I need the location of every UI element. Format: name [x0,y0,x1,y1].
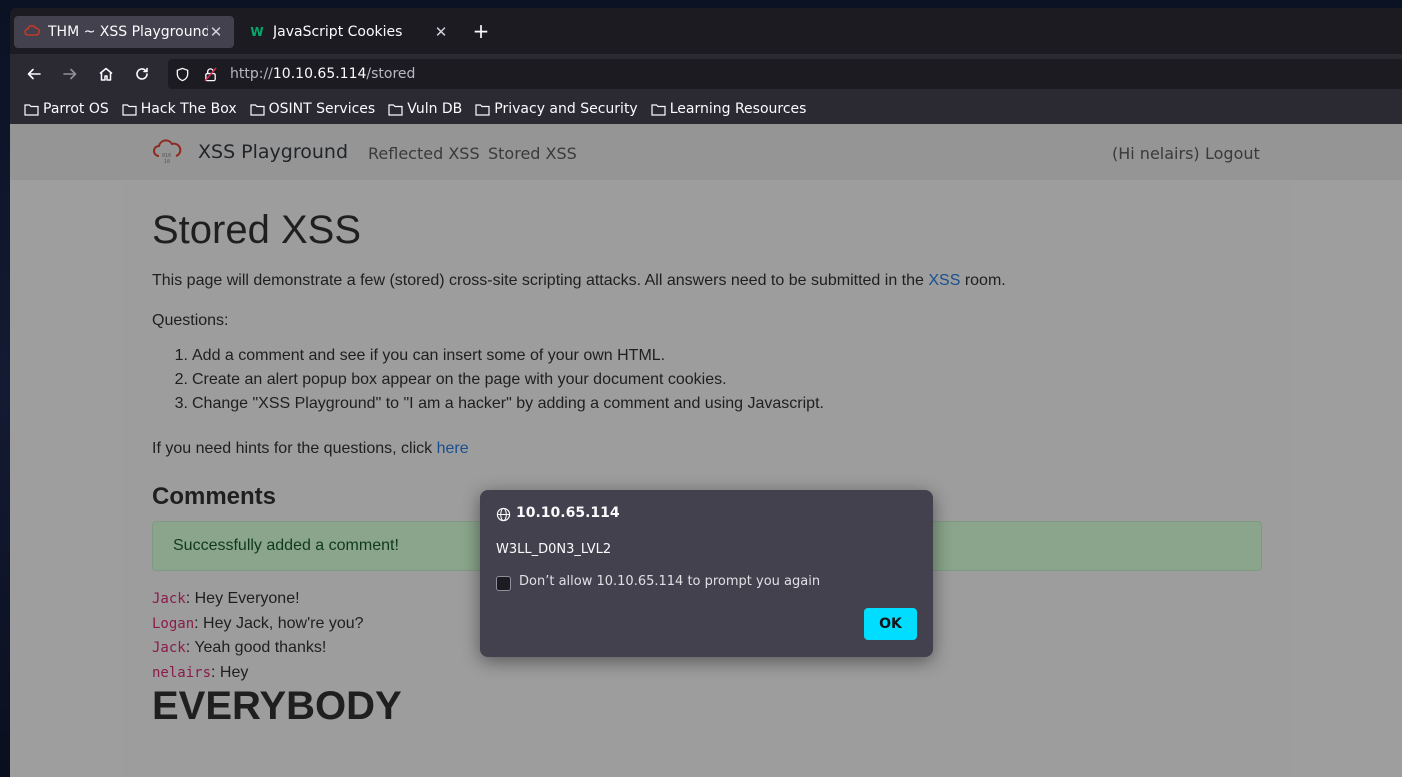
folder-icon [24,103,39,116]
reload-icon [136,67,148,80]
new-tab-button[interactable]: + [470,20,492,44]
question-text: Change "XSS Playground" to "I am a hacke… [192,395,824,412]
comment-text: : Hey Everyone! [185,590,300,607]
tab-javascript-cookies[interactable]: W JavaScript Cookies ✕ [239,16,459,48]
question-text: Create an alert popup box appear on the … [192,371,727,388]
back-arrow-icon [27,68,41,80]
tab-title: THM ~ XSS Playground [48,24,208,40]
folder-icon [475,103,490,116]
intro-text-end: room. [960,272,1006,289]
url-host: 10.10.65.114 [272,66,367,82]
bookmark-label: Privacy and Security [494,101,638,117]
bookmark-learning-resources[interactable]: Learning Resources [651,101,807,117]
ok-button[interactable]: OK [864,608,917,640]
intro-text-start: This page will demonstrate a few (stored… [152,272,929,289]
comment-text: : Yeah good thanks! [185,639,327,656]
folder-icon [651,103,666,116]
home-icon [99,67,113,81]
bookmark-label: Parrot OS [43,101,109,117]
home-button[interactable] [88,59,124,89]
tab-strip: THM ~ XSS Playground ✕ W JavaScript Cook… [10,8,1402,54]
comments-list: Jack: Hey Everyone! Logan: Hey Jack, how… [152,587,364,685]
bookmark-label: Learning Resources [669,101,807,117]
dont-allow-prompt-label[interactable]: Don’t allow 10.10.65.114 to prompt you a… [519,574,820,589]
question-number: 2. [174,371,188,388]
bookmark-osint-services[interactable]: OSINT Services [250,101,376,117]
hint-link[interactable]: here [437,440,469,457]
nav-link-reflected-xss[interactable]: Reflected XSS [368,144,480,163]
comment-text: : Hey [211,663,249,681]
bookmarks-toolbar: Parrot OS Hack The Box OSINT Services Vu… [10,94,1402,124]
tab-xss-playground[interactable]: THM ~ XSS Playground ✕ [14,16,234,48]
comments-heading: Comments [152,483,277,510]
nav-link-logout[interactable]: Logout [1205,144,1260,163]
thm-cloud-logo-icon[interactable]: 010 10 [152,136,182,166]
bookmark-hack-the-box[interactable]: Hack The Box [122,101,237,117]
url-text: http://10.10.65.114/stored [230,66,415,82]
injected-comment-heading: EVERYBODY [152,684,402,728]
questions-list: 1. Add a comment and see if you can inser… [152,344,824,416]
back-button[interactable] [16,59,52,89]
page-title: Stored XSS [152,208,362,252]
xss-room-link[interactable]: XSS [928,272,960,289]
question-number: 3. [174,395,188,412]
folder-icon [122,103,137,116]
navigation-toolbar: http://10.10.65.114/stored [10,54,1402,94]
comment-item: nelairs: Hey [152,661,364,686]
hint-text-start: If you need hints for the questions, cli… [152,440,437,457]
nav-user-greeting: (Hi nelairs) [1112,144,1200,163]
bookmark-label: Vuln DB [407,101,463,117]
svg-text:10: 10 [164,159,170,165]
comment-text: : Hey Jack, how're you? [194,614,364,632]
success-alert-text: Successfully added a comment! [173,537,399,554]
question-item: 1. Add a comment and see if you can inser… [152,344,824,368]
comment-author: Logan [152,615,195,632]
site-navbar: 010 10 XSS Playground Reflected XSS Store… [10,124,1402,180]
dialog-message: W3LL_D0N3_LVL2 [496,542,612,557]
address-bar[interactable]: http://10.10.65.114/stored [168,59,1402,89]
forward-button[interactable] [52,59,88,89]
page-content: 010 10 XSS Playground Reflected XSS Store… [10,124,1402,777]
bookmark-label: OSINT Services [268,101,376,117]
comment-author: Jack [152,591,186,607]
close-tab-icon[interactable]: ✕ [433,23,449,41]
insecure-lock-icon[interactable] [202,66,218,82]
intro-text: This page will demonstrate a few (stored… [152,272,1006,290]
comment-author: nelairs [152,664,212,681]
comment-item: Jack: Hey Everyone! [152,587,364,612]
questions-label: Questions: [152,312,229,329]
close-tab-icon[interactable]: ✕ [208,23,224,41]
page-inner: 010 10 XSS Playground Reflected XSS Store… [10,124,1402,777]
folder-icon [388,103,403,116]
question-item: 2. Create an alert popup box appear on th… [152,368,824,392]
bookmark-vuln-db[interactable]: Vuln DB [388,101,462,117]
w3schools-favicon-icon: W [250,25,264,39]
forward-arrow-icon [63,68,77,80]
bookmark-privacy-and-security[interactable]: Privacy and Security [475,101,638,117]
comment-item: Logan: Hey Jack, how're you? [152,612,364,637]
tab-title: JavaScript Cookies [273,24,403,40]
alert-dialog: 10.10.65.114 W3LL_D0N3_LVL2 Don’t allow … [480,490,933,657]
bookmark-label: Hack The Box [140,101,237,117]
thm-favicon-icon [24,24,40,40]
browser-window: THM ~ XSS Playground ✕ W JavaScript Cook… [10,8,1402,777]
question-number: 1. [174,347,188,364]
nav-link-stored-xss[interactable]: Stored XSS [488,144,577,163]
hint-text: If you need hints for the questions, cli… [152,440,469,458]
brand-name[interactable]: XSS Playground [198,141,348,163]
question-text: Add a comment and see if you can insert … [192,347,666,364]
bookmark-parrot-os[interactable]: Parrot OS [24,101,109,117]
globe-icon [496,507,511,522]
desktop-background: THM ~ XSS Playground ✕ W JavaScript Cook… [0,0,1402,777]
reload-button[interactable] [124,59,160,89]
url-path: /stored [366,66,416,82]
comment-author: Jack [152,640,186,656]
url-scheme: http:// [230,66,273,82]
dont-allow-prompt-checkbox[interactable] [496,576,511,591]
comment-item: Jack: Yeah good thanks! [152,636,364,661]
folder-icon [250,103,265,116]
dialog-origin-host: 10.10.65.114 [516,505,620,521]
tracking-protection-shield-icon[interactable] [174,66,190,82]
question-item: 3. Change "XSS Playground" to "I am a hac… [152,392,824,416]
